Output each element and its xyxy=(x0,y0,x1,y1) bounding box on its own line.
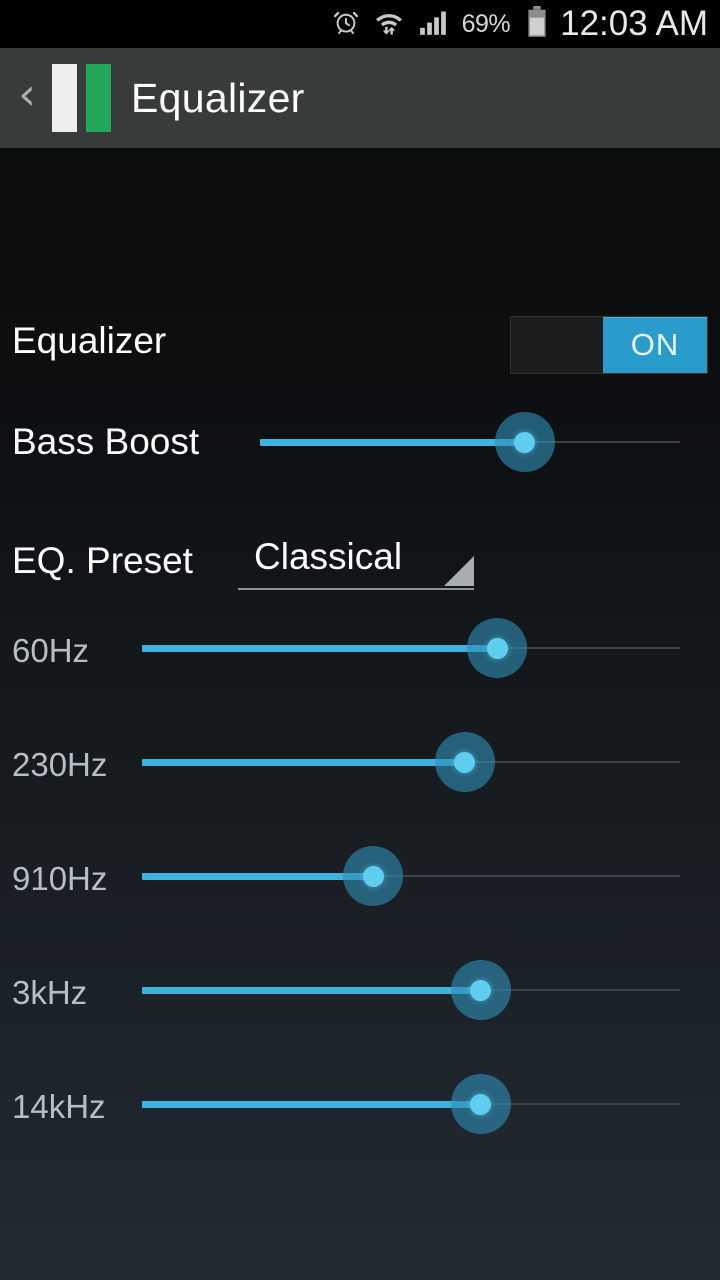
eq-band-slider[interactable] xyxy=(142,732,680,792)
eq-preset-spinner[interactable]: Classical xyxy=(238,534,474,590)
eq-band-label: 14kHz xyxy=(12,1088,106,1125)
logo-bar-green xyxy=(86,64,111,132)
slider-thumb[interactable] xyxy=(450,960,511,1020)
wifi-icon xyxy=(374,8,404,41)
spinner-triangle-icon[interactable] xyxy=(444,556,474,586)
slider-thumb[interactable] xyxy=(494,412,555,472)
bass-boost-label: Bass Boost xyxy=(12,421,200,462)
equalizer-bars-logo xyxy=(52,64,111,132)
status-bar: 69% 12:03 AM xyxy=(0,0,720,48)
back-chevron-icon[interactable]: ‹ xyxy=(8,48,46,148)
slider-thumb[interactable] xyxy=(450,1074,511,1134)
battery-icon xyxy=(526,5,548,43)
switch-track-off xyxy=(511,317,603,373)
slider-fill xyxy=(142,645,498,652)
slider-thumb[interactable] xyxy=(343,846,404,906)
battery-percent-label: 69% xyxy=(461,9,511,38)
eq-band-label: 3kHz xyxy=(12,974,88,1011)
slider-thumb[interactable] xyxy=(434,732,495,792)
bass-boost-slider[interactable] xyxy=(260,412,680,472)
slider-thumb[interactable] xyxy=(467,618,528,678)
eq-band-label: 910Hz xyxy=(12,860,108,897)
action-bar: ‹ Equalizer xyxy=(0,48,720,148)
status-bar-icons: 69% xyxy=(332,5,549,43)
eq-band-label: 230Hz xyxy=(12,746,108,783)
settings-content: Equalizer ON Bass Boost EQ. Preset Class… xyxy=(0,148,720,1280)
eq-band-slider[interactable] xyxy=(142,618,680,678)
slider-fill xyxy=(142,987,481,994)
signal-icon xyxy=(418,8,448,41)
switch-thumb-on[interactable]: ON xyxy=(603,317,707,373)
slider-fill xyxy=(260,439,525,446)
logo-bar-light xyxy=(52,64,77,132)
eq-band-label: 60Hz xyxy=(12,632,90,669)
eq-band-slider[interactable] xyxy=(142,1074,680,1134)
eq-preset-label: EQ. Preset xyxy=(12,540,193,581)
equalizer-switch[interactable]: ON xyxy=(510,316,708,374)
equalizer-label: Equalizer xyxy=(12,320,167,361)
alarm-icon xyxy=(332,8,360,41)
slider-fill xyxy=(142,873,374,880)
slider-fill xyxy=(142,1101,481,1108)
eq-band-slider[interactable] xyxy=(142,960,680,1020)
eq-band-slider[interactable] xyxy=(142,846,680,906)
status-bar-clock: 12:03 AM xyxy=(560,4,708,43)
page-title: Equalizer xyxy=(131,74,305,121)
slider-fill xyxy=(142,759,465,766)
eq-preset-value: Classical xyxy=(254,536,403,577)
